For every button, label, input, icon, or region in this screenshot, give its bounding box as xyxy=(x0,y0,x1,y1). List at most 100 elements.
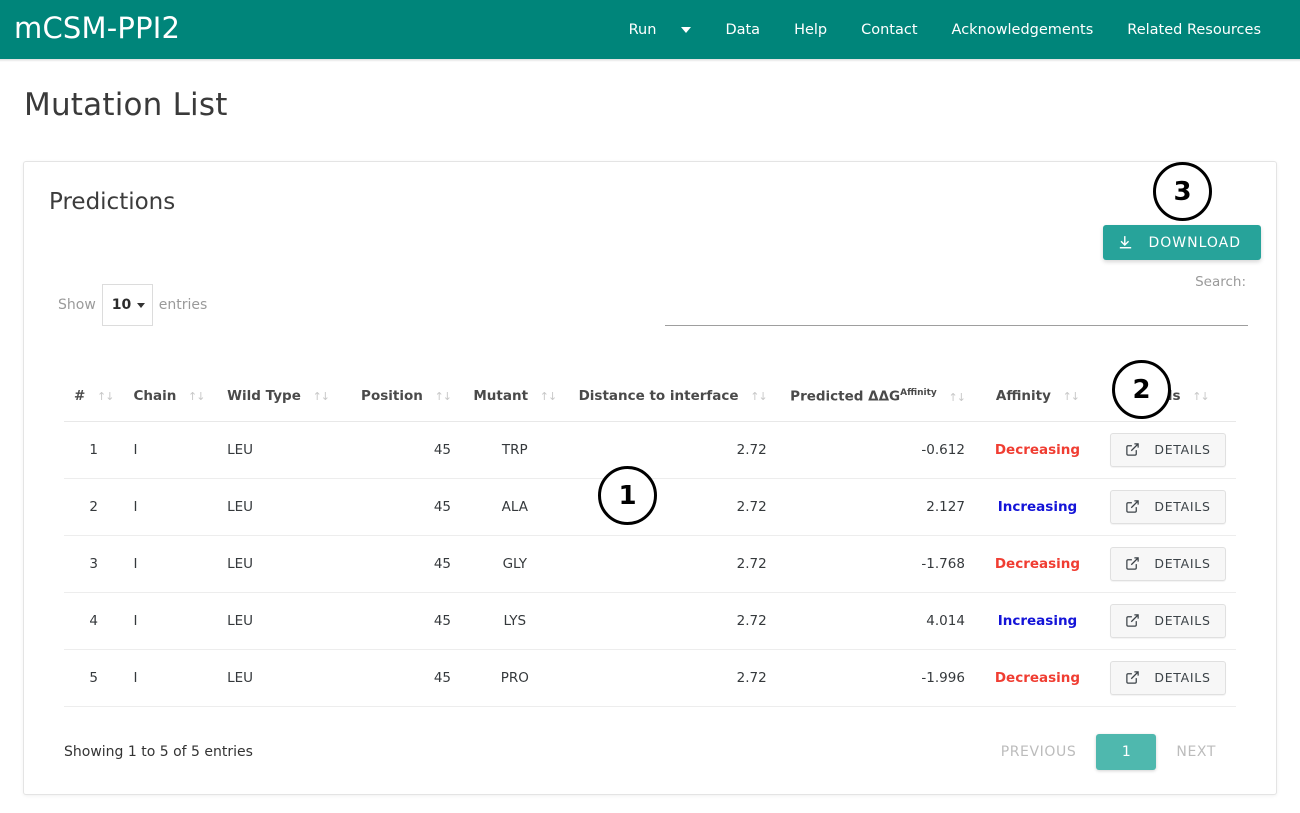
cell-mutant: ALA xyxy=(461,478,569,536)
top-navbar: mCSM-PPI2 Run Data Help Contact Acknowle… xyxy=(0,0,1300,59)
nav-item-related-resources[interactable]: Related Resources xyxy=(1110,22,1278,38)
page-length-value: 10 xyxy=(111,297,132,313)
details-button[interactable]: DETAILS xyxy=(1110,603,1226,638)
details-button-label: DETAILS xyxy=(1154,442,1211,457)
search-input[interactable] xyxy=(665,296,1248,326)
cell-distance: 2.72 xyxy=(568,421,777,479)
sort-arrows-icon: ↑↓ xyxy=(312,390,330,404)
page-title: Mutation List xyxy=(24,87,228,123)
pagination-next[interactable]: NEXT xyxy=(1156,744,1236,760)
sort-arrows-icon: ↑↓ xyxy=(1062,390,1080,404)
cell-number: 1 xyxy=(64,421,124,479)
column-label-superscript: Affinity xyxy=(900,388,937,398)
cell-ddg: 4.014 xyxy=(776,592,975,650)
cell-affinity: Increasing xyxy=(974,478,1100,536)
cell-details: DETAILS xyxy=(1100,421,1236,479)
sort-arrows-icon: ↑↓ xyxy=(948,390,966,404)
cell-position: 45 xyxy=(351,649,461,707)
sort-arrows-icon: ↑↓ xyxy=(97,390,114,404)
nav-links: Run Data Help Contact Acknowledgements R… xyxy=(612,0,1278,59)
column-header-affinity[interactable]: Affinity ↑↓ xyxy=(974,374,1100,422)
external-link-icon xyxy=(1126,671,1140,684)
column-header-wild-type[interactable]: Wild Type ↑↓ xyxy=(217,374,352,422)
column-header-chain[interactable]: Chain ↑↓ xyxy=(123,374,218,422)
cell-number: 3 xyxy=(64,535,124,593)
show-entries-group: Show 10 entries xyxy=(58,284,207,326)
column-label: Affinity xyxy=(995,388,1051,405)
details-button[interactable]: DETAILS xyxy=(1110,546,1226,581)
cell-chain: I xyxy=(123,421,218,479)
cell-mutant: TRP xyxy=(461,421,569,479)
page-length-select[interactable]: 10 xyxy=(101,284,153,326)
cell-distance: 2.72 xyxy=(568,649,777,707)
table-row: 1 I LEU 45 TRP 2.72 -0.612 Decreasing DE… xyxy=(64,421,1236,479)
cell-mutant: GLY xyxy=(461,535,569,593)
cell-details: DETAILS xyxy=(1100,535,1236,593)
predictions-table-wrap: # ↑↓ Chain ↑↓ Wild Type ↑↓ Position ↑↓ M… xyxy=(64,374,1236,707)
cell-distance: 2.72 xyxy=(568,592,777,650)
cell-ddg: 2.127 xyxy=(776,478,975,536)
nav-item-run[interactable]: Run xyxy=(612,22,709,38)
cell-number: 4 xyxy=(64,592,124,650)
cell-mutant: LYS xyxy=(461,592,569,650)
external-link-icon xyxy=(1126,614,1140,627)
chevron-down-icon xyxy=(681,26,692,33)
cell-position: 45 xyxy=(351,535,461,593)
table-row: 4 I LEU 45 LYS 2.72 4.014 Increasing DET… xyxy=(64,592,1236,650)
cell-ddg: -1.996 xyxy=(776,649,975,707)
show-label: Show xyxy=(58,297,96,313)
table-body: 1 I LEU 45 TRP 2.72 -0.612 Decreasing DE… xyxy=(64,421,1236,707)
column-header-predicted-ddg-affinity[interactable]: Predicted ΔΔGAffinity ↑↓ xyxy=(776,374,975,422)
pagination-previous[interactable]: PREVIOUS xyxy=(981,744,1097,760)
table-footer: Showing 1 to 5 of 5 entries PREVIOUS 1 N… xyxy=(64,722,1236,782)
column-header-mutant[interactable]: Mutant ↑↓ xyxy=(461,374,569,422)
sort-arrows-icon: ↑↓ xyxy=(188,390,205,404)
cell-wild-type: LEU xyxy=(217,649,352,707)
nav-item-help[interactable]: Help xyxy=(777,22,844,38)
column-label: Mutant xyxy=(473,388,529,405)
cell-chain: I xyxy=(123,592,218,650)
download-icon xyxy=(1117,234,1134,251)
navbar-shadow xyxy=(0,59,1300,62)
nav-item-contact[interactable]: Contact xyxy=(844,22,934,38)
column-label: Chain xyxy=(133,388,177,405)
cell-details: DETAILS xyxy=(1100,649,1236,707)
cell-chain: I xyxy=(123,478,218,536)
pagination-page-1[interactable]: 1 xyxy=(1096,734,1157,770)
sort-arrows-icon: ↑↓ xyxy=(434,390,452,404)
cell-position: 45 xyxy=(351,421,461,479)
column-label: Wild Type xyxy=(227,388,301,405)
cell-distance: 2.72 xyxy=(568,535,777,593)
nav-item-acknowledgements[interactable]: Acknowledgements xyxy=(935,22,1111,38)
details-button[interactable]: DETAILS xyxy=(1110,489,1226,524)
sort-arrows-icon: ↑↓ xyxy=(1192,390,1209,404)
cell-number: 5 xyxy=(64,649,124,707)
column-header-number[interactable]: # ↑↓ xyxy=(64,374,124,422)
cell-number: 2 xyxy=(64,478,124,536)
cell-ddg: -0.612 xyxy=(776,421,975,479)
site-brand[interactable]: mCSM-PPI2 xyxy=(14,14,180,45)
cell-wild-type: LEU xyxy=(217,592,352,650)
table-controls: Show 10 entries Search: xyxy=(24,274,1276,334)
nav-item-label: Run xyxy=(628,21,657,38)
cell-details: DETAILS xyxy=(1100,592,1236,650)
column-label: # xyxy=(74,388,86,405)
external-link-icon xyxy=(1126,557,1140,570)
cell-chain: I xyxy=(123,649,218,707)
nav-item-data[interactable]: Data xyxy=(708,22,777,38)
table-row: 5 I LEU 45 PRO 2.72 -1.996 Decreasing DE… xyxy=(64,649,1236,707)
download-button[interactable]: DOWNLOAD xyxy=(1103,225,1261,260)
cell-wild-type: LEU xyxy=(217,535,352,593)
column-label: Position xyxy=(361,388,423,405)
cell-position: 45 xyxy=(351,592,461,650)
external-link-icon xyxy=(1126,500,1140,513)
column-header-position[interactable]: Position ↑↓ xyxy=(351,374,461,422)
details-button[interactable]: DETAILS xyxy=(1110,432,1226,467)
details-button-label: DETAILS xyxy=(1154,670,1211,685)
table-header-row: # ↑↓ Chain ↑↓ Wild Type ↑↓ Position ↑↓ M… xyxy=(64,374,1236,422)
column-label: Distance to interface xyxy=(578,388,739,405)
details-button[interactable]: DETAILS xyxy=(1110,660,1226,695)
column-header-distance-to-interface[interactable]: Distance to interface ↑↓ xyxy=(568,374,777,422)
cell-wild-type: LEU xyxy=(217,478,352,536)
table-row: 3 I LEU 45 GLY 2.72 -1.768 Decreasing DE… xyxy=(64,535,1236,593)
